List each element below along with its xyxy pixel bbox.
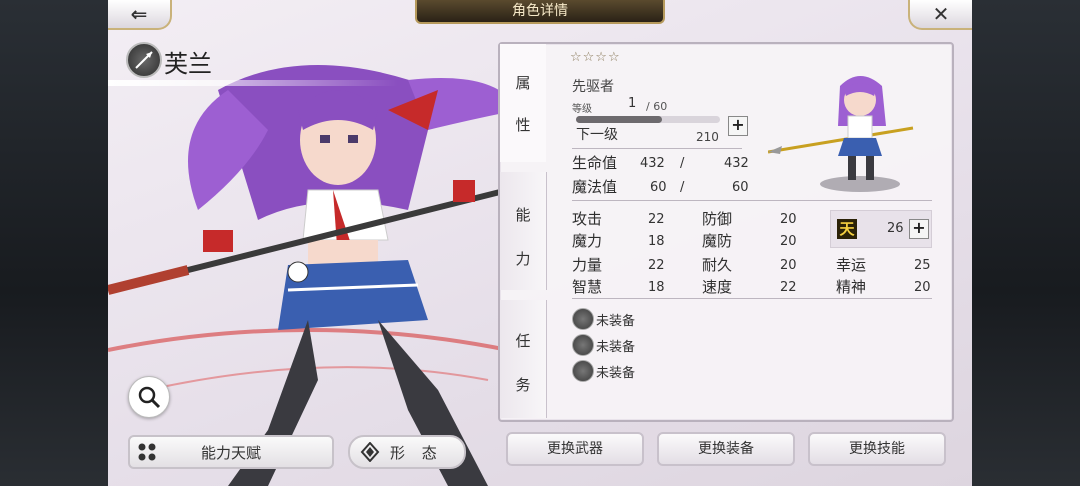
tab-attributes[interactable]: 属 性	[500, 44, 546, 162]
heaven-glyph: 天	[837, 219, 857, 239]
mp-separator: /	[680, 180, 685, 195]
back-button[interactable]: ⇐	[108, 0, 172, 30]
hp-max: 432	[724, 156, 749, 171]
close-button[interactable]: ✕	[908, 0, 972, 30]
rarity-stars: ☆☆☆☆	[570, 50, 621, 65]
armor-icon	[572, 334, 594, 356]
character-illustration	[108, 65, 518, 486]
name-underline	[108, 80, 398, 86]
tab-abilities-char-1: 能	[515, 206, 531, 224]
change-skill-button[interactable]: 更换技能	[808, 432, 946, 466]
exp-bar	[576, 116, 720, 123]
level-value: 1	[628, 96, 637, 111]
stat-value: 20	[780, 212, 797, 227]
stat-value: 18	[648, 280, 665, 295]
tab-attributes-char-2: 性	[515, 116, 531, 134]
divider	[572, 200, 932, 201]
change-equipment-button[interactable]: 更换装备	[657, 432, 795, 466]
mp-max: 60	[732, 180, 749, 195]
character-name-row: 芙兰	[126, 42, 416, 78]
stat-label: 耐久	[702, 256, 733, 274]
stat-value: 25	[914, 258, 931, 273]
stat-value: 20	[780, 258, 797, 273]
stat-value: 22	[648, 258, 665, 273]
heaven-stat: 天 26 +	[830, 210, 932, 248]
accessory-icon	[572, 360, 594, 382]
chibi-sprite	[768, 76, 914, 192]
talent-button[interactable]: 能力天赋	[128, 435, 334, 469]
exp-fill	[576, 116, 663, 123]
equip-label: 未装备	[596, 366, 636, 381]
tab-abilities-char-2: 力	[515, 250, 531, 268]
form-label: 形 态	[390, 444, 443, 462]
close-icon: ✕	[932, 2, 950, 26]
divider	[572, 148, 742, 149]
tab-missions-char-2: 务	[515, 376, 531, 394]
stat-label: 速度	[702, 278, 733, 296]
stat-label: 精神	[836, 278, 867, 296]
character-detail-screen: ⇐ 角色详情 ✕ 芙兰 能力天赋 形 态 属 性 能 力 任 务 ☆☆☆☆ 先驱…	[108, 0, 972, 486]
mp-current: 60	[650, 180, 667, 195]
stat-value: 18	[648, 234, 665, 249]
equip-label: 未装备	[596, 340, 636, 355]
stat-label: 幸运	[836, 256, 867, 274]
magnifier-icon	[138, 386, 161, 409]
stat-value: 22	[648, 212, 665, 227]
divider	[572, 298, 932, 299]
form-icon	[360, 442, 380, 462]
spear-class-icon	[126, 42, 162, 78]
tab-missions[interactable]: 任 务	[500, 300, 547, 418]
mp-label: 魔法值	[572, 178, 618, 196]
stat-value: 20	[914, 280, 931, 295]
plus-icon: +	[731, 115, 745, 134]
tab-attributes-char-1: 属	[515, 74, 531, 92]
talent-label: 能力天赋	[200, 444, 261, 462]
tab-missions-char-1: 任	[515, 332, 531, 350]
form-button[interactable]: 形 态	[348, 435, 466, 469]
hp-current: 432	[640, 156, 665, 171]
change-weapon-button[interactable]: 更换武器	[506, 432, 644, 466]
stat-value: 22	[780, 280, 797, 295]
equip-label: 未装备	[596, 314, 636, 329]
page-title: 角色详情	[415, 0, 665, 24]
tab-abilities[interactable]: 能 力	[500, 172, 547, 290]
heaven-plus-button[interactable]: +	[909, 219, 929, 239]
hp-separator: /	[680, 156, 685, 171]
zoom-button[interactable]	[128, 376, 170, 418]
plus-icon: +	[912, 218, 926, 237]
left-backdrop	[0, 0, 108, 486]
stat-label: 智慧	[572, 278, 603, 296]
spear-icon	[572, 308, 594, 330]
arrow-left-icon: ⇐	[130, 2, 148, 26]
stat-label: 魔力	[572, 232, 603, 250]
hp-label: 生命值	[572, 154, 618, 172]
next-level-label: 下一级	[576, 127, 618, 143]
stat-label: 力量	[572, 256, 603, 274]
stat-label: 攻击	[572, 210, 603, 228]
stat-label: 魔防	[702, 232, 733, 250]
level-max: / 60	[646, 100, 668, 113]
heaven-value: 26	[887, 221, 904, 236]
next-level-exp: 210	[696, 130, 719, 144]
level-up-button[interactable]: +	[728, 116, 748, 136]
stat-label: 防御	[702, 210, 733, 228]
character-name: 芙兰	[164, 50, 212, 78]
stat-value: 20	[780, 234, 797, 249]
level-label: 等级	[572, 104, 592, 115]
right-backdrop	[972, 0, 1080, 486]
class-name: 先驱者	[572, 79, 614, 95]
